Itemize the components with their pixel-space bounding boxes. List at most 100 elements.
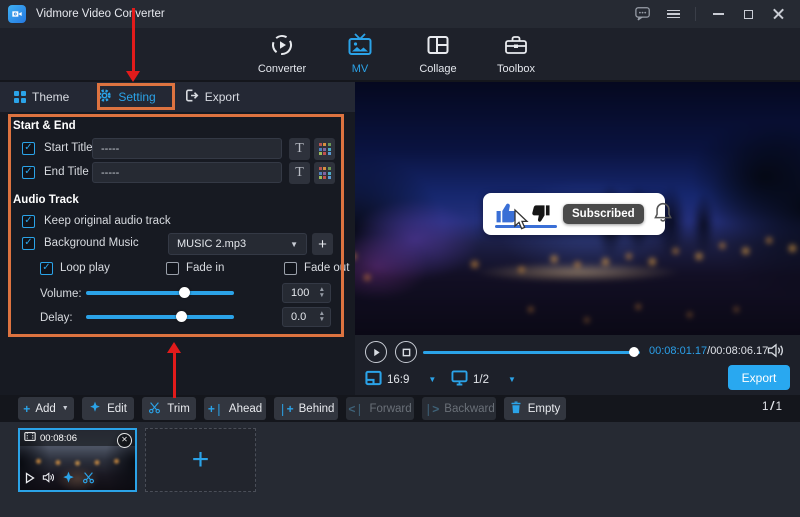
button-label: Forward bbox=[369, 403, 411, 415]
feedback-icon[interactable] bbox=[635, 6, 651, 22]
gear-icon bbox=[97, 88, 112, 106]
fade-out-label: Fade out bbox=[304, 262, 349, 274]
ahead-button[interactable]: +❘ Ahead bbox=[204, 397, 266, 420]
move-backward-icon: ❘> bbox=[423, 402, 438, 416]
start-title-input[interactable] bbox=[92, 138, 282, 159]
volume-value: 100 bbox=[283, 287, 309, 299]
clip-thumbnail[interactable]: 00:08:06 ✕ bbox=[18, 428, 137, 492]
tab-toolbox[interactable]: Toolbox bbox=[477, 28, 555, 80]
trim-scissors-icon[interactable] bbox=[82, 471, 95, 487]
panel-tab-label: Export bbox=[205, 90, 240, 104]
button-label: Behind bbox=[299, 403, 335, 415]
start-title-color-button[interactable] bbox=[314, 138, 335, 160]
remove-clip-button[interactable]: ✕ bbox=[117, 433, 132, 448]
trim-button[interactable]: Trim bbox=[142, 397, 196, 420]
button-label: Backward bbox=[444, 403, 495, 415]
stepper-arrows-icon[interactable]: ▲▼ bbox=[319, 311, 330, 323]
button-label: Add bbox=[35, 403, 55, 415]
fade-out-checkbox[interactable]: ✓ bbox=[284, 262, 297, 275]
clip-page-indicator: 1/1 bbox=[762, 401, 782, 413]
trash-icon bbox=[510, 401, 522, 417]
tab-theme[interactable]: Theme bbox=[0, 82, 83, 112]
player-controls: 00:08:01.17/00:08:06.17 16:9 ▼ 1/2 ▼ Exp… bbox=[355, 335, 800, 395]
timeline-strip: 00:08:06 ✕ + bbox=[0, 422, 800, 517]
loop-play-checkbox[interactable]: ✓ bbox=[40, 262, 53, 275]
menu-icon[interactable] bbox=[665, 6, 681, 22]
plus-icon: + bbox=[192, 446, 210, 474]
button-label: Ahead bbox=[229, 403, 262, 415]
screen-index-value: 1/2 bbox=[473, 374, 489, 386]
button-label: Empty bbox=[528, 403, 561, 415]
behind-button[interactable]: ❘+ Behind bbox=[274, 397, 338, 420]
play-button[interactable] bbox=[365, 341, 387, 363]
background-music-select[interactable]: MUSIC 2.mp3 ▼ bbox=[168, 233, 307, 255]
bell-icon bbox=[652, 201, 674, 228]
stepper-arrows-icon[interactable]: ▲▼ bbox=[319, 287, 330, 299]
end-title-color-button[interactable] bbox=[314, 162, 335, 184]
mv-settings-panel: Theme Setting Export Start & End ✓ Start… bbox=[0, 82, 355, 395]
export-button[interactable]: Export bbox=[728, 365, 790, 390]
chevron-down-icon: ▼ bbox=[62, 405, 69, 412]
subscribed-button: Subscribed bbox=[563, 204, 644, 224]
chevron-down-icon[interactable]: ▼ bbox=[428, 375, 436, 384]
tab-setting[interactable]: Setting bbox=[83, 82, 169, 112]
edit-star-icon[interactable] bbox=[62, 471, 75, 487]
volume-stepper[interactable]: 100 ▲▼ bbox=[282, 283, 331, 303]
delay-label: Delay: bbox=[40, 312, 73, 324]
titlebar: Vidmore Video Converter bbox=[0, 0, 800, 28]
screen-select-control[interactable]: 1/2 ▼ bbox=[451, 370, 516, 389]
end-title-input[interactable] bbox=[92, 162, 282, 183]
mouse-cursor bbox=[510, 208, 530, 235]
background-music-value: MUSIC 2.mp3 bbox=[177, 238, 246, 250]
chevron-down-icon: ▼ bbox=[290, 240, 298, 249]
seek-thumb[interactable] bbox=[629, 347, 639, 357]
add-clip-dropzone[interactable]: + bbox=[145, 428, 256, 492]
tab-label: Collage bbox=[419, 63, 456, 75]
edit-button[interactable]: Edit bbox=[82, 397, 134, 420]
move-forward-icon: <❘ bbox=[348, 402, 363, 416]
fade-in-checkbox[interactable]: ✓ bbox=[166, 262, 179, 275]
stop-button[interactable] bbox=[395, 341, 417, 363]
color-palette-icon bbox=[319, 143, 331, 155]
close-button[interactable] bbox=[770, 6, 786, 22]
play-outline-icon[interactable] bbox=[25, 472, 35, 487]
clip-duration: 00:08:06 bbox=[40, 433, 77, 444]
speaker-icon[interactable] bbox=[42, 472, 55, 486]
aspect-ratio-control[interactable]: 16:9 ▼ bbox=[365, 370, 436, 389]
button-label: Trim bbox=[167, 403, 190, 415]
tab-export[interactable]: Export bbox=[170, 82, 254, 112]
tab-label: MV bbox=[352, 63, 369, 75]
background-music-checkbox[interactable]: ✓ bbox=[22, 237, 35, 250]
aspect-ratio-icon bbox=[365, 370, 382, 389]
add-button[interactable]: + Add ▼ bbox=[18, 397, 74, 420]
tab-collage[interactable]: Collage bbox=[399, 28, 477, 80]
tab-label: Toolbox bbox=[497, 63, 535, 75]
volume-slider[interactable] bbox=[86, 286, 234, 298]
end-title-checkbox[interactable]: ✓ bbox=[22, 166, 35, 179]
tab-mv[interactable]: MV bbox=[321, 28, 399, 80]
insert-behind-icon: ❘+ bbox=[278, 402, 293, 416]
end-title-font-button[interactable]: T bbox=[289, 162, 310, 184]
mv-icon bbox=[347, 33, 373, 60]
delay-stepper[interactable]: 0.0 ▲▼ bbox=[282, 307, 331, 327]
forward-button: <❘ Forward bbox=[346, 397, 414, 420]
audio-track-heading: Audio Track bbox=[13, 194, 79, 206]
start-title-font-button[interactable]: T bbox=[289, 138, 310, 160]
maximize-button[interactable] bbox=[740, 6, 756, 22]
chevron-down-icon[interactable]: ▼ bbox=[508, 375, 516, 384]
end-title-label: End Title bbox=[44, 166, 89, 178]
keep-original-checkbox[interactable]: ✓ bbox=[22, 215, 35, 228]
main-nav: Converter MV Collage Toolbox bbox=[0, 28, 800, 80]
add-music-button[interactable]: + bbox=[312, 233, 333, 255]
empty-button[interactable]: Empty bbox=[504, 397, 566, 420]
tab-converter[interactable]: Converter bbox=[243, 28, 321, 80]
volume-mute-icon[interactable] bbox=[767, 343, 784, 361]
seek-bar[interactable] bbox=[423, 346, 640, 358]
start-title-checkbox[interactable]: ✓ bbox=[22, 142, 35, 155]
export-icon bbox=[184, 88, 199, 106]
delay-slider-thumb[interactable] bbox=[176, 311, 187, 322]
minimize-button[interactable] bbox=[710, 6, 726, 22]
volume-slider-thumb[interactable] bbox=[179, 287, 190, 298]
delay-slider[interactable] bbox=[86, 310, 234, 322]
timecode: 00:08:01.17/00:08:06.17 bbox=[649, 345, 768, 357]
